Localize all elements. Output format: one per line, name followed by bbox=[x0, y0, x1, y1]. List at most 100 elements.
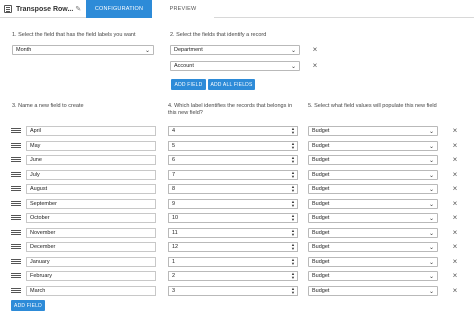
new-field-name-value: January bbox=[30, 258, 50, 265]
new-field-name-input[interactable]: February bbox=[26, 271, 156, 281]
identify-field-select-1[interactable]: Department ⌄ bbox=[170, 45, 300, 55]
label-number-stepper[interactable]: 7 ▲ ▼ bbox=[168, 169, 298, 180]
remove-row-icon[interactable]: × bbox=[451, 228, 459, 237]
field-value-selected: Budget bbox=[312, 258, 330, 265]
new-field-name-input[interactable]: November bbox=[26, 227, 156, 238]
label-number-stepper[interactable]: 5 ▲ ▼ bbox=[168, 140, 298, 151]
stepper-arrows-icon[interactable]: ▲ ▼ bbox=[291, 141, 295, 150]
stepper-arrows-icon[interactable]: ▲ ▼ bbox=[291, 156, 295, 164]
label-number-value: 9 bbox=[172, 200, 176, 207]
step5-label: 5. Select what field values will populat… bbox=[308, 103, 437, 109]
field-value-select[interactable]: Budget ⌄ bbox=[308, 155, 438, 165]
label-number-stepper[interactable]: 12 ▲ ▼ bbox=[168, 242, 298, 252]
app-title[interactable]: Transpose Row... bbox=[16, 6, 73, 13]
drag-handle-icon[interactable] bbox=[11, 229, 21, 236]
field-value-select[interactable]: Budget ⌄ bbox=[308, 285, 438, 296]
drag-handle-icon[interactable] bbox=[11, 215, 21, 221]
stepper-arrows-icon[interactable]: ▲ ▼ bbox=[291, 214, 295, 222]
label-number-stepper[interactable]: 10 ▲ ▼ bbox=[168, 213, 298, 223]
drag-handle-icon[interactable] bbox=[11, 171, 21, 178]
drag-handle-icon[interactable] bbox=[11, 128, 21, 134]
field-labels-select[interactable]: Month ⌄ bbox=[12, 45, 154, 55]
remove-row-icon[interactable]: × bbox=[451, 127, 459, 135]
new-field-name-input[interactable]: January bbox=[26, 256, 156, 267]
new-field-name-input[interactable]: September bbox=[26, 198, 156, 209]
field-value-selected: Budget bbox=[312, 287, 330, 294]
new-field-name-value: March bbox=[30, 287, 46, 294]
drag-handle-icon[interactable] bbox=[11, 200, 21, 207]
remove-identify-field-2-icon[interactable]: × bbox=[311, 62, 319, 70]
remove-row-icon[interactable]: × bbox=[451, 286, 459, 295]
label-number-value: 5 bbox=[172, 142, 176, 149]
chevron-down-icon: ⌄ bbox=[428, 158, 434, 164]
field-value-select[interactable]: Budget ⌄ bbox=[308, 227, 438, 238]
drag-handle-icon[interactable] bbox=[11, 142, 21, 149]
drag-handle-icon[interactable] bbox=[11, 157, 21, 163]
field-value-select[interactable]: Budget ⌄ bbox=[308, 184, 438, 194]
remove-row-icon[interactable]: × bbox=[451, 214, 459, 222]
remove-row-icon[interactable]: × bbox=[451, 141, 459, 150]
new-field-name-value: June bbox=[30, 157, 42, 163]
remove-row-icon[interactable]: × bbox=[451, 170, 459, 179]
step1-label: 1. Select the field that has the field l… bbox=[12, 32, 136, 38]
identify-field-select-2[interactable]: Account ⌄ bbox=[170, 61, 300, 71]
stepper-arrows-icon[interactable]: ▲ ▼ bbox=[291, 199, 295, 208]
remove-row-icon[interactable]: × bbox=[451, 272, 459, 280]
new-field-name-input[interactable]: August bbox=[26, 184, 156, 194]
field-value-select[interactable]: Budget ⌄ bbox=[308, 256, 438, 267]
stepper-arrows-icon[interactable]: ▲ ▼ bbox=[291, 185, 295, 193]
tab-configuration[interactable]: CONFIGURATION bbox=[86, 0, 152, 18]
remove-row-icon[interactable]: × bbox=[451, 156, 459, 164]
new-field-name-input[interactable]: May bbox=[26, 140, 156, 151]
field-labels-value: Month bbox=[16, 47, 32, 53]
label-number-stepper[interactable]: 9 ▲ ▼ bbox=[168, 198, 298, 209]
stepper-arrows-icon[interactable]: ▲ ▼ bbox=[291, 243, 295, 251]
remove-row-icon[interactable]: × bbox=[451, 185, 459, 193]
field-value-select[interactable]: Budget ⌄ bbox=[308, 213, 438, 223]
label-number-value: 3 bbox=[172, 287, 176, 294]
field-value-select[interactable]: Budget ⌄ bbox=[308, 198, 438, 209]
chevron-down-icon: ⌄ bbox=[290, 64, 296, 70]
field-value-select[interactable]: Budget ⌄ bbox=[308, 271, 438, 281]
new-field-name-input[interactable]: June bbox=[26, 155, 156, 165]
drag-handle-icon[interactable] bbox=[11, 273, 21, 279]
edit-icon[interactable]: ✎ bbox=[75, 5, 81, 13]
label-number-stepper[interactable]: 2 ▲ ▼ bbox=[168, 271, 298, 281]
label-number-stepper[interactable]: 8 ▲ ▼ bbox=[168, 184, 298, 194]
drag-handle-icon[interactable] bbox=[11, 258, 21, 265]
remove-identify-field-1-icon[interactable]: × bbox=[311, 46, 319, 54]
field-value-select[interactable]: Budget ⌄ bbox=[308, 126, 438, 136]
chevron-down-icon: ⌄ bbox=[428, 245, 434, 251]
remove-row-icon[interactable]: × bbox=[451, 199, 459, 208]
add-identify-field-button[interactable]: ADD FIELD bbox=[171, 79, 206, 90]
remove-row-icon[interactable]: × bbox=[451, 257, 459, 266]
label-number-stepper[interactable]: 4 ▲ ▼ bbox=[168, 126, 298, 136]
label-number-value: 12 bbox=[172, 244, 179, 250]
label-number-stepper[interactable]: 1 ▲ ▼ bbox=[168, 256, 298, 267]
label-number-stepper[interactable]: 6 ▲ ▼ bbox=[168, 155, 298, 165]
stepper-arrows-icon[interactable]: ▲ ▼ bbox=[291, 257, 295, 266]
field-value-select[interactable]: Budget ⌄ bbox=[308, 169, 438, 180]
field-value-select[interactable]: Budget ⌄ bbox=[308, 242, 438, 252]
drag-handle-icon[interactable] bbox=[11, 186, 21, 192]
stepper-arrows-icon[interactable]: ▲ ▼ bbox=[291, 170, 295, 179]
stepper-arrows-icon[interactable]: ▲ ▼ bbox=[291, 228, 295, 237]
remove-row-icon[interactable]: × bbox=[451, 243, 459, 251]
new-field-name-input[interactable]: April bbox=[26, 126, 156, 136]
label-number-stepper[interactable]: 3 ▲ ▼ bbox=[168, 285, 298, 296]
stepper-arrows-icon[interactable]: ▲ ▼ bbox=[291, 286, 295, 295]
new-field-name-input[interactable]: December bbox=[26, 242, 156, 252]
add-new-field-button[interactable]: ADD FIELD bbox=[11, 300, 45, 311]
drag-handle-icon[interactable] bbox=[11, 287, 21, 294]
new-field-name-input[interactable]: July bbox=[26, 169, 156, 180]
field-value-select[interactable]: Budget ⌄ bbox=[308, 140, 438, 151]
label-number-stepper[interactable]: 11 ▲ ▼ bbox=[168, 227, 298, 238]
stepper-arrows-icon[interactable]: ▲ ▼ bbox=[291, 272, 295, 280]
new-field-name-input[interactable]: March bbox=[26, 285, 156, 296]
add-all-fields-button[interactable]: ADD ALL FIELDS bbox=[208, 79, 255, 90]
tab-preview[interactable]: PREVIEW bbox=[152, 0, 214, 18]
stepper-arrows-icon[interactable]: ▲ ▼ bbox=[291, 127, 295, 135]
drag-handle-icon[interactable] bbox=[11, 244, 21, 250]
new-field-name-value: September bbox=[30, 200, 57, 207]
new-field-name-input[interactable]: October bbox=[26, 213, 156, 223]
